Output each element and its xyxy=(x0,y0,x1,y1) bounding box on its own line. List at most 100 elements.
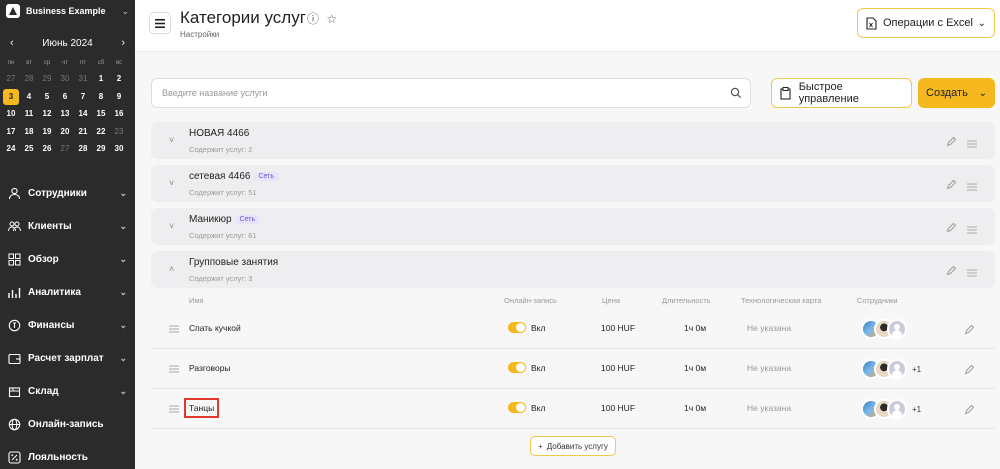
table-row[interactable]: Разговоры Вкл 100 HUF 1ч 0м Не указана +1 xyxy=(151,350,995,389)
service-name[interactable]: Разговоры xyxy=(189,363,231,373)
table-row[interactable]: Спать кучкой Вкл 100 HUF 1ч 0м Не указана xyxy=(151,310,995,349)
online-toggle[interactable] xyxy=(508,322,526,333)
calendar-day[interactable]: 27 xyxy=(2,70,20,88)
category-row[interactable]: ˅ НОВАЯ 4466 Содержит услуг: 2 xyxy=(151,122,995,159)
calendar-day[interactable]: 19 xyxy=(38,123,56,141)
next-month-icon[interactable]: › xyxy=(121,37,125,49)
excel-operations-button[interactable]: Операции с Excel ⌄ xyxy=(857,8,995,38)
calendar-day[interactable]: 20 xyxy=(56,123,74,141)
calendar-day[interactable]: 18 xyxy=(20,123,38,141)
pencil-icon[interactable] xyxy=(946,220,957,233)
calendar-day[interactable]: 12 xyxy=(38,105,56,123)
drag-handle-icon[interactable] xyxy=(967,264,977,282)
sidebar-item-label: Сотрудники xyxy=(28,188,87,199)
calendar-day[interactable]: 11 xyxy=(20,105,38,123)
pencil-icon[interactable] xyxy=(964,364,975,375)
info-icon[interactable]: ⓘ xyxy=(307,12,319,26)
drag-handle-icon[interactable] xyxy=(967,178,977,196)
sidebar-item-7[interactable]: Склад ⌄ xyxy=(0,375,135,408)
online-toggle[interactable] xyxy=(508,362,526,373)
sidebar-item-8[interactable]: Онлайн-запись xyxy=(0,408,135,441)
staff-avatars[interactable]: +1 xyxy=(861,398,921,420)
drag-handle-icon[interactable] xyxy=(169,405,179,415)
calendar-day[interactable]: 14 xyxy=(74,105,92,123)
category-row[interactable]: ˄ Групповые занятия Содержит услуг: 3 xyxy=(151,251,995,288)
sidebar-item-5[interactable]: Финансы ⌄ xyxy=(0,309,135,342)
online-toggle[interactable] xyxy=(508,402,526,413)
calendar-day-today[interactable]: 3 xyxy=(2,88,20,106)
calendar-day[interactable]: 26 xyxy=(38,140,56,158)
chevron-up-icon[interactable]: ˄ xyxy=(169,264,174,274)
calendar-day[interactable]: 28 xyxy=(20,70,38,88)
breadcrumb[interactable]: Настройки xyxy=(180,30,219,39)
calendar-day-number: 22 xyxy=(96,126,106,136)
staff-avatars[interactable] xyxy=(861,318,907,340)
search-input[interactable] xyxy=(152,79,712,107)
calendar-day[interactable]: 8 xyxy=(92,88,110,106)
category-row[interactable]: ˅ сетевая 4466 Сеть Содержит услуг: 51 xyxy=(151,165,995,202)
calendar-day[interactable]: 4 xyxy=(20,88,38,106)
calendar-day[interactable]: 10 xyxy=(2,105,20,123)
drag-handle-icon[interactable] xyxy=(967,135,977,153)
sidebar-item-9[interactable]: Лояльность xyxy=(0,441,135,469)
quick-manage-button[interactable]: Быстрое управление xyxy=(771,78,912,108)
prev-month-icon[interactable]: ‹ xyxy=(10,37,14,49)
calendar-day-number: 30 xyxy=(60,74,70,83)
search-icon[interactable] xyxy=(730,87,742,99)
category-row[interactable]: ˅ Маникюр Сеть Содержит услуг: 61 xyxy=(151,208,995,245)
sidebar-item-6[interactable]: Расчет зарплат ⌄ xyxy=(0,342,135,375)
col-name: Имя xyxy=(189,296,204,305)
chevron-down-icon[interactable]: ˅ xyxy=(169,178,174,188)
sidebar-item-3[interactable]: Обзор ⌄ xyxy=(0,243,135,276)
chevron-down-icon[interactable]: ˅ xyxy=(169,221,174,231)
clipboard-icon xyxy=(780,86,791,100)
brand-switcher[interactable]: Business Example ⌄ xyxy=(0,0,135,22)
calendar-day[interactable]: 31 xyxy=(74,70,92,88)
calendar-day[interactable]: 9 xyxy=(110,88,128,106)
star-icon[interactable]: ☆ xyxy=(326,12,337,26)
calendar-day[interactable]: 23 xyxy=(110,123,128,141)
service-name[interactable]: Танцы xyxy=(183,398,220,418)
calendar-day[interactable]: 5 xyxy=(38,88,56,106)
service-name[interactable]: Спать кучкой xyxy=(189,323,241,333)
calendar-day[interactable]: 29 xyxy=(92,140,110,158)
sidebar-item-label: Клиенты xyxy=(28,221,72,232)
calendar-day[interactable]: 21 xyxy=(74,123,92,141)
calendar-day[interactable]: 17 xyxy=(2,123,20,141)
staff-avatars[interactable]: +1 xyxy=(861,358,921,380)
calendar-day[interactable]: 6 xyxy=(56,88,74,106)
calendar-day[interactable]: 24 xyxy=(2,140,20,158)
create-button[interactable]: Создать ⌄ xyxy=(918,78,995,108)
drag-handle-icon[interactable] xyxy=(169,325,179,335)
calendar-day[interactable]: 13 xyxy=(56,105,74,123)
drag-handle-icon[interactable] xyxy=(967,221,977,239)
table-row[interactable]: Танцы Вкл 100 HUF 1ч 0м Не указана +1 xyxy=(151,390,995,429)
calendar-day[interactable]: 27 xyxy=(56,140,74,158)
calendar-day-number: 26 xyxy=(42,144,52,153)
calendar-day[interactable]: 16 xyxy=(110,105,128,123)
sidebar-item-4[interactable]: Аналитика ⌄ xyxy=(0,276,135,309)
pencil-icon[interactable] xyxy=(946,263,957,276)
calendar-day[interactable]: 29 xyxy=(38,70,56,88)
chevron-down-icon[interactable]: ˅ xyxy=(169,135,174,145)
calendar-day[interactable]: 7 xyxy=(74,88,92,106)
chevron-down-icon: ⌄ xyxy=(119,320,127,330)
sidebar-item-1[interactable]: Сотрудники ⌄ xyxy=(0,177,135,210)
calendar-day[interactable]: 28 xyxy=(74,140,92,158)
pencil-icon[interactable] xyxy=(946,134,957,147)
calendar-day[interactable]: 25 xyxy=(20,140,38,158)
add-service-button[interactable]: + Добавить услугу xyxy=(530,436,616,456)
calendar-day[interactable]: 22 xyxy=(92,123,110,141)
sidebar-item-label: Онлайн-запись xyxy=(28,419,104,430)
pencil-icon[interactable] xyxy=(964,404,975,415)
calendar-day[interactable]: 30 xyxy=(56,70,74,88)
drag-handle-icon[interactable] xyxy=(169,365,179,375)
pencil-icon[interactable] xyxy=(964,324,975,335)
calendar-day[interactable]: 30 xyxy=(110,140,128,158)
calendar-day[interactable]: 15 xyxy=(92,105,110,123)
calendar-day[interactable]: 1 xyxy=(92,70,110,88)
calendar-day[interactable]: 2 xyxy=(110,70,128,88)
sidebar-item-2[interactable]: Клиенты ⌄ xyxy=(0,210,135,243)
pencil-icon[interactable] xyxy=(946,177,957,190)
menu-button[interactable] xyxy=(149,12,171,34)
